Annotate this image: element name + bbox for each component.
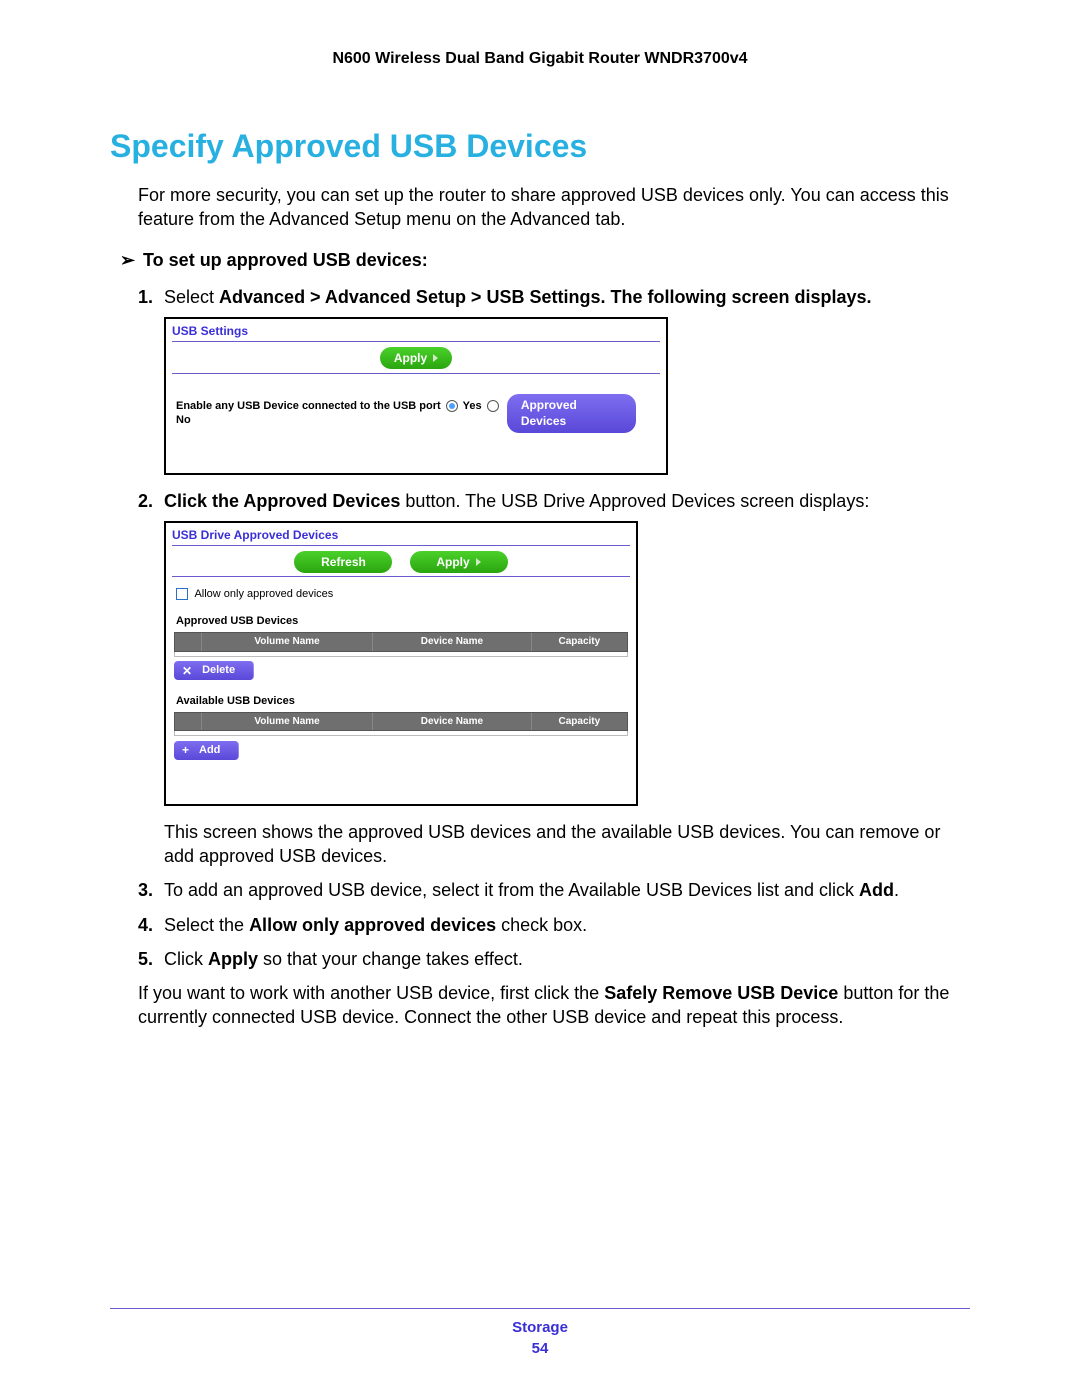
radio-no[interactable] <box>487 400 499 412</box>
available-table: Volume Name Device Name Capacity <box>174 712 628 737</box>
approved-devices-button[interactable]: Approved Devices <box>507 394 636 432</box>
footer-page-number: 54 <box>110 1340 970 1357</box>
screenshot-approved-devices: USB Drive Approved Devices Refresh Apply… <box>164 521 638 806</box>
step-3: To add an approved USB device, select it… <box>158 878 970 902</box>
x-icon: ✕ <box>182 665 192 677</box>
panel-title-usb-settings: USB Settings <box>166 319 666 341</box>
step4-pre: Select the <box>164 915 249 935</box>
add-button[interactable]: + Add <box>174 741 239 760</box>
apply-label-2: Apply <box>436 554 469 570</box>
col-device: Device Name <box>373 713 532 731</box>
intro-paragraph: For more security, you can set up the ro… <box>138 183 970 232</box>
step2-bold: Click the Approved Devices <box>164 491 400 511</box>
divider <box>172 576 630 577</box>
step3-pre: To add an approved USB device, select it… <box>164 880 859 900</box>
table-header: Volume Name Device Name Capacity <box>174 712 628 732</box>
yes-label: Yes <box>463 400 482 412</box>
radio-yes[interactable] <box>446 400 458 412</box>
add-label: Add <box>199 743 220 758</box>
section-heading: Specify Approved USB Devices <box>110 128 970 165</box>
apply-button[interactable]: Apply <box>380 347 452 369</box>
enable-label: Enable any USB Device connected to the U… <box>176 400 441 412</box>
step5-bold: Apply <box>208 949 258 969</box>
step-2: Click the Approved Devices button. The U… <box>158 489 970 869</box>
task-heading: ➢ To set up approved USB devices: <box>120 250 970 271</box>
step5-post: so that your change takes effect. <box>258 949 523 969</box>
col-volume: Volume Name <box>202 633 373 651</box>
allow-only-checkbox[interactable] <box>176 588 188 600</box>
apply-button-2[interactable]: Apply <box>410 551 508 573</box>
footer-divider <box>110 1308 970 1309</box>
enable-usb-row: Enable any USB Device connected to the U… <box>176 399 507 429</box>
step1-pre: Select <box>164 287 219 307</box>
available-group-label: Available USB Devices <box>166 694 636 712</box>
step-4: Select the Allow only approved devices c… <box>158 913 970 937</box>
closing-pre: If you want to work with another USB dev… <box>138 983 604 1003</box>
apply-label: Apply <box>394 350 427 366</box>
closing-bold: Safely Remove USB Device <box>604 983 838 1003</box>
step4-bold: Allow only approved devices <box>249 915 496 935</box>
page-footer: Storage 54 <box>110 1308 970 1357</box>
step-5: Click Apply so that your change takes ef… <box>158 947 970 971</box>
plus-icon: + <box>182 744 189 756</box>
footer-category: Storage <box>110 1319 970 1336</box>
col-device: Device Name <box>373 633 532 651</box>
arrow-icon: ➢ <box>120 250 138 271</box>
approved-group-label: Approved USB Devices <box>166 614 636 632</box>
step3-bold: Add <box>859 880 894 900</box>
delete-button[interactable]: ✕ Delete <box>174 661 254 680</box>
play-icon <box>433 354 438 362</box>
step2-desc: This screen shows the approved USB devic… <box>164 820 970 869</box>
closing-paragraph: If you want to work with another USB dev… <box>138 981 970 1030</box>
col-capacity: Capacity <box>532 633 627 651</box>
step2-rest: button. The USB Drive Approved Devices s… <box>400 491 869 511</box>
table-body-empty <box>174 652 628 657</box>
step1-bold: Advanced > Advanced Setup > USB Settings… <box>219 287 872 307</box>
play-icon <box>476 558 481 566</box>
step4-post: check box. <box>496 915 587 935</box>
allow-only-label: Allow only approved devices <box>194 588 333 600</box>
allow-only-row: Allow only approved devices <box>166 587 636 614</box>
task-title: To set up approved USB devices: <box>143 250 428 270</box>
refresh-button[interactable]: Refresh <box>294 551 392 573</box>
col-capacity: Capacity <box>532 713 627 731</box>
delete-label: Delete <box>202 663 235 678</box>
panel-title-approved: USB Drive Approved Devices <box>166 523 636 545</box>
no-label: No <box>176 414 191 426</box>
table-header: Volume Name Device Name Capacity <box>174 632 628 652</box>
step5-pre: Click <box>164 949 208 969</box>
divider <box>172 373 660 374</box>
doc-header: N600 Wireless Dual Band Gigabit Router W… <box>110 50 970 68</box>
step-1: Select Advanced > Advanced Setup > USB S… <box>158 285 970 475</box>
screenshot-usb-settings: USB Settings Apply Enable any USB Device… <box>164 317 668 475</box>
step3-post: . <box>894 880 899 900</box>
approved-table: Volume Name Device Name Capacity <box>174 632 628 657</box>
table-body-empty <box>174 731 628 736</box>
col-volume: Volume Name <box>202 713 373 731</box>
